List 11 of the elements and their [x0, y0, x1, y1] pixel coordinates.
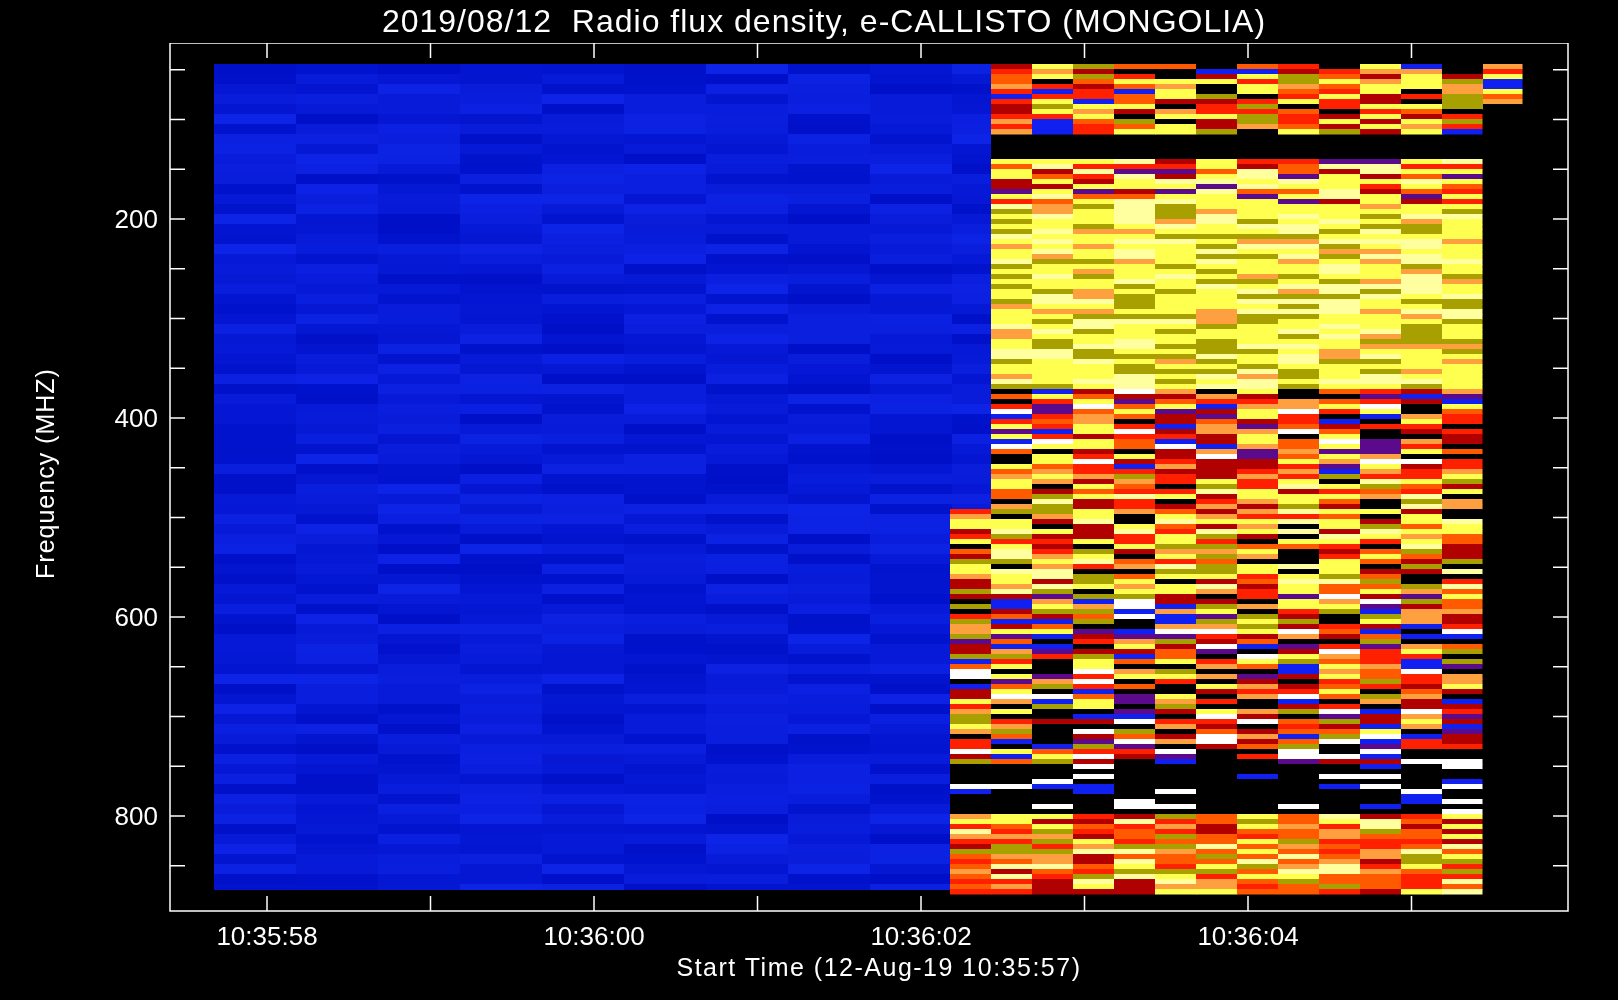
y-tick-label: 200	[114, 204, 158, 234]
x-tick-label: 10:36:00	[543, 921, 645, 951]
plot-title: 2019/08/12 Radio flux density, e-CALLISTO (MONGOLIA)	[381, 3, 1267, 40]
x-tick-label: 10:35:58	[216, 921, 318, 951]
y-tick-label: 800	[114, 801, 158, 831]
y-tick-label: 600	[114, 602, 158, 632]
x-tick-label: 10:36:02	[870, 921, 972, 951]
y-tick-label: 400	[114, 403, 158, 433]
y-axis-label: Frequency (MHZ)	[30, 367, 60, 579]
x-axis-label: Start Time (12-Aug-19 10:35:57)	[676, 953, 1082, 982]
x-tick-label: 10:36:04	[1197, 921, 1299, 951]
